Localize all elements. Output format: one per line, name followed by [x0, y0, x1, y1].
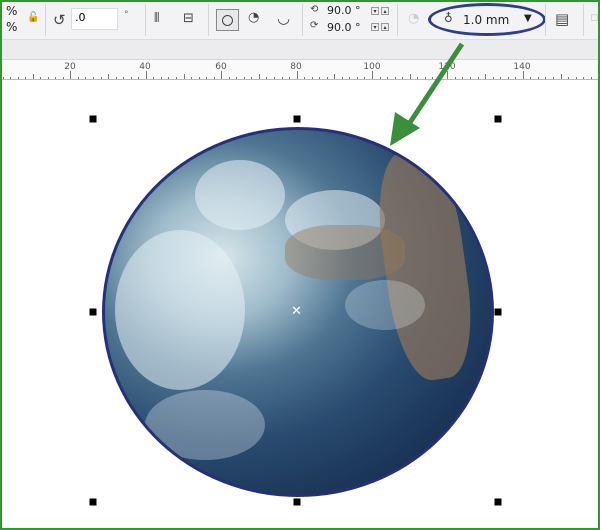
annotation-arrow — [390, 42, 465, 146]
arrow-shaft — [402, 42, 465, 132]
